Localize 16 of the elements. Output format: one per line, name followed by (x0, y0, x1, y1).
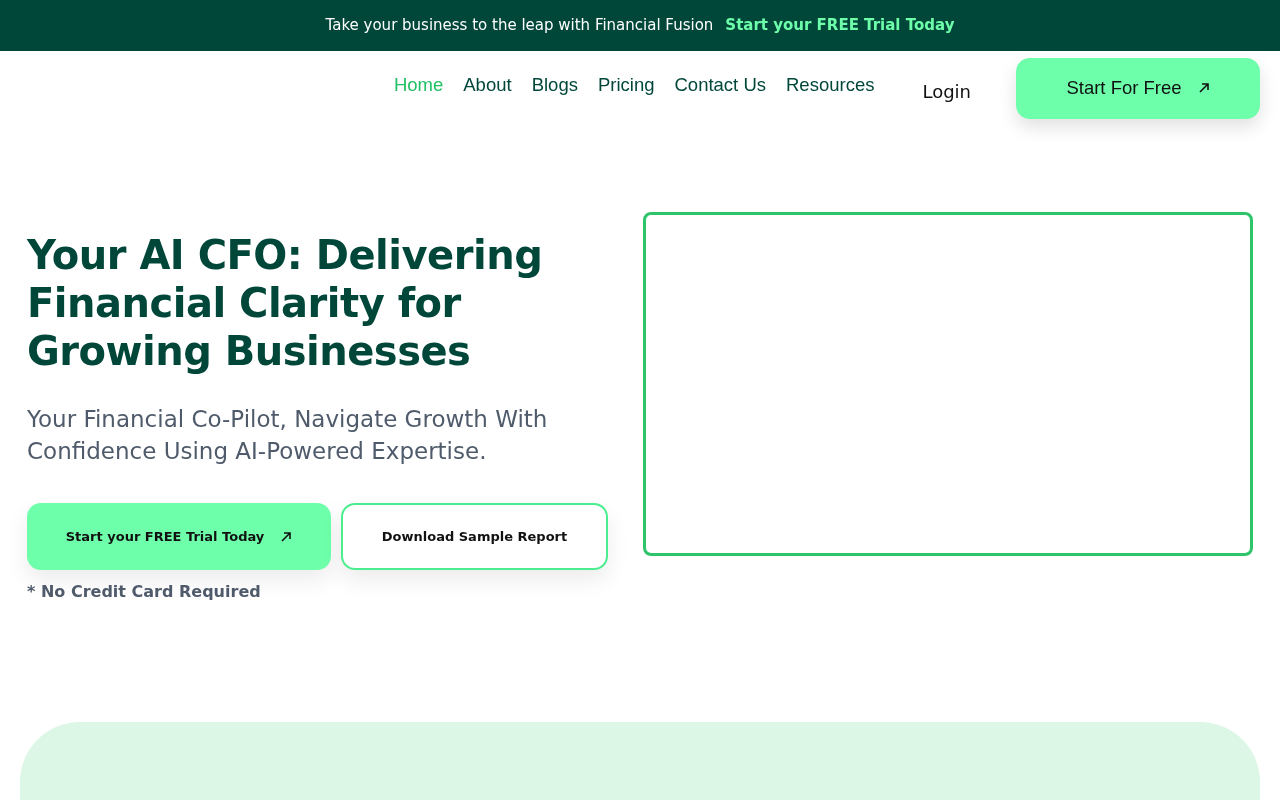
nav-link[interactable]: Blogs (531, 71, 578, 99)
nav-link[interactable]: Contact Us (674, 71, 766, 99)
start-button[interactable]: Start For Free (1016, 57, 1260, 119)
announcement-text: Take your business to the leap with Financial Fusion (325, 15, 714, 37)
download-button[interactable]: Download Sample Report (341, 503, 608, 570)
nav-link[interactable]: Resources (786, 71, 875, 99)
hero-subtitle: Your Financial Co-Pilot, Navigate Growth With Confidence Using AI-Powered Expertise. (27, 405, 549, 466)
hero-heading: Your AI CFO: Delivering Financial Clarity for Growing Businesses (27, 231, 544, 375)
arrow-icon (1197, 82, 1210, 94)
arrow-icon (280, 530, 293, 543)
trial-link[interactable]: Start your FREE Trial Today (725, 14, 955, 37)
nav-link[interactable]: About (463, 71, 512, 99)
login-link[interactable]: Login (922, 77, 971, 105)
trial-button[interactable]: Start your FREE Trial Today (27, 503, 331, 570)
nav-link[interactable]: Pricing (597, 71, 655, 99)
note-text: * No Credit Card Required (27, 581, 262, 603)
